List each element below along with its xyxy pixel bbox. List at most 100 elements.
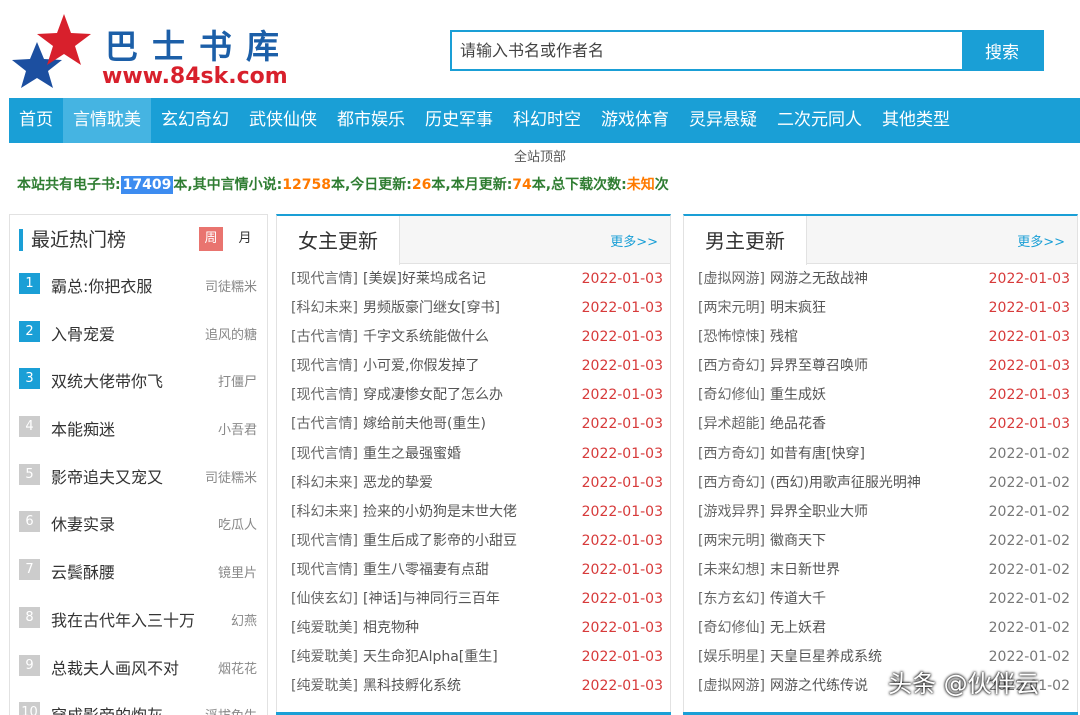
book-title-link[interactable]: 重生后成了影帝的小甜豆	[363, 527, 517, 556]
list-item[interactable]: [未来幻想] 末日新世界 2022-01-02	[684, 556, 1077, 585]
category-label[interactable]: [现代言情]	[291, 440, 358, 469]
book-title-link[interactable]: 重生八零福妻有点甜	[363, 556, 489, 585]
book-title-link[interactable]: 天生命犯Alpha[重生]	[363, 643, 498, 672]
list-item[interactable]: [纯爱耽美] 相克物种 2022-01-03	[277, 614, 670, 643]
book-title-link[interactable]: 入骨宠爱	[51, 321, 115, 345]
list-item[interactable]: [西方奇幻] 如昔有唐[快穿] 2022-01-02	[684, 440, 1077, 469]
list-item[interactable]: [恐怖惊悚] 残棺 2022-01-03	[684, 323, 1077, 352]
category-label[interactable]: [纯爱耽美]	[291, 643, 358, 672]
book-title-link[interactable]: 休妻实录	[51, 511, 115, 535]
nav-history[interactable]: 历史军事	[415, 98, 503, 143]
nav-wuxia[interactable]: 武侠仙侠	[239, 98, 327, 143]
category-label[interactable]: [西方奇幻]	[698, 352, 765, 381]
tab-month[interactable]: 月	[233, 227, 257, 251]
book-title-link[interactable]: 重生之最强蜜婚	[363, 440, 461, 469]
book-title-link[interactable]: 相克物种	[363, 614, 419, 643]
list-item[interactable]: [现代言情] 穿成凄惨女配了怎么办 2022-01-03	[277, 381, 670, 410]
book-title-link[interactable]: 黑科技孵化系统	[363, 672, 461, 701]
book-title-link[interactable]: 男频版豪门继女[穿书]	[363, 294, 500, 323]
nav-fantasy[interactable]: 玄幻奇幻	[151, 98, 239, 143]
category-label[interactable]: [游戏异界]	[698, 498, 765, 527]
book-title-link[interactable]: 异界全职业大师	[770, 498, 868, 527]
book-title-link[interactable]: 末日新世界	[770, 556, 840, 585]
book-title-link[interactable]: 捡来的小奶狗是末世大佬	[363, 498, 517, 527]
book-title-link[interactable]: 网游之无敌战神	[770, 265, 868, 294]
category-label[interactable]: [恐怖惊悚]	[698, 323, 765, 352]
list-item[interactable]: 7 云鬓酥腰 镜里片	[10, 549, 267, 597]
list-item[interactable]: [仙侠玄幻] [神话]与神同行三百年 2022-01-03	[277, 585, 670, 614]
list-item[interactable]: 10 穿成影帝的炮灰 浮拔兔生	[10, 692, 267, 715]
book-title-link[interactable]: 总裁夫人画风不对	[51, 655, 179, 679]
nav-horror[interactable]: 灵异悬疑	[679, 98, 767, 143]
list-item[interactable]: [两宋元明] 明末疯狂 2022-01-03	[684, 294, 1077, 323]
book-title-link[interactable]: 传道大千	[770, 585, 826, 614]
category-label[interactable]: [现代言情]	[291, 527, 358, 556]
category-label[interactable]: [科幻未来]	[291, 469, 358, 498]
book-title-link[interactable]: 嫁给前夫他哥(重生)	[363, 410, 486, 439]
list-item[interactable]: [异术超能] 绝品花香 2022-01-03	[684, 410, 1077, 439]
category-label[interactable]: [纯爱耽美]	[291, 672, 358, 701]
list-item[interactable]: [科幻未来] 捡来的小奶狗是末世大佬 2022-01-03	[277, 498, 670, 527]
book-title-link[interactable]: 无上妖君	[770, 614, 826, 643]
book-title-link[interactable]: 本能痴迷	[51, 416, 115, 440]
site-logo[interactable]: 巴士书库 www.84sk.com	[12, 12, 292, 92]
more-link[interactable]: 更多>>	[610, 231, 658, 250]
category-label[interactable]: [娱乐明星]	[698, 643, 765, 672]
list-item[interactable]: 5 影帝追夫又宠又 司徒糯米	[10, 454, 267, 502]
category-label[interactable]: [虚拟网游]	[698, 672, 765, 701]
book-title-link[interactable]: 穿成凄惨女配了怎么办	[363, 381, 503, 410]
list-item[interactable]: [东方玄幻] 传道大千 2022-01-02	[684, 585, 1077, 614]
tab-week[interactable]: 周	[199, 227, 223, 251]
category-label[interactable]: [两宋元明]	[698, 294, 765, 323]
book-title-link[interactable]: 残棺	[770, 323, 798, 352]
category-label[interactable]: [现代言情]	[291, 265, 358, 294]
more-link[interactable]: 更多>>	[1017, 231, 1065, 250]
nav-games[interactable]: 游戏体育	[591, 98, 679, 143]
book-title-link[interactable]: 我在古代年入三十万	[51, 607, 195, 631]
book-title-link[interactable]: 如昔有唐[快穿]	[770, 440, 865, 469]
nav-other[interactable]: 其他类型	[872, 98, 960, 143]
book-title-link[interactable]: 千字文系统能做什么	[363, 323, 489, 352]
book-title-link[interactable]: 徽商天下	[770, 527, 826, 556]
category-label[interactable]: [虚拟网游]	[698, 265, 765, 294]
nav-urban[interactable]: 都市娱乐	[327, 98, 415, 143]
list-item[interactable]: [现代言情] [美娱]好莱坞成名记 2022-01-03	[277, 265, 670, 294]
list-item[interactable]: [纯爱耽美] 天生命犯Alpha[重生] 2022-01-03	[277, 643, 670, 672]
search-input[interactable]	[452, 32, 962, 69]
list-item[interactable]: [虚拟网游] 网游之无敌战神 2022-01-03	[684, 265, 1077, 294]
category-label[interactable]: [仙侠玄幻]	[291, 585, 358, 614]
list-item[interactable]: [纯爱耽美] 黑科技孵化系统 2022-01-03	[277, 672, 670, 701]
list-item[interactable]: [西方奇幻] 异界至尊召唤师 2022-01-03	[684, 352, 1077, 381]
nav-acg[interactable]: 二次元同人	[767, 98, 872, 143]
category-label[interactable]: [东方玄幻]	[698, 585, 765, 614]
list-item[interactable]: [古代言情] 千字文系统能做什么 2022-01-03	[277, 323, 670, 352]
book-title-link[interactable]: [美娱]好莱坞成名记	[363, 265, 486, 294]
panel-title[interactable]: 男主更新	[684, 216, 807, 265]
category-label[interactable]: [奇幻修仙]	[698, 614, 765, 643]
book-title-link[interactable]: 双统大佬带你飞	[51, 368, 163, 392]
category-label[interactable]: [纯爱耽美]	[291, 614, 358, 643]
list-item[interactable]: [科幻未来] 恶龙的挚爱 2022-01-03	[277, 469, 670, 498]
list-item[interactable]: 8 我在古代年入三十万 幻燕	[10, 597, 267, 645]
category-label[interactable]: [西方奇幻]	[698, 469, 765, 498]
book-title-link[interactable]: 霸总:你把衣服	[51, 273, 152, 297]
book-title-link[interactable]: 网游之代练传说	[770, 672, 868, 701]
book-title-link[interactable]: 恶龙的挚爱	[363, 469, 433, 498]
category-label[interactable]: [两宋元明]	[698, 527, 765, 556]
nav-home[interactable]: 首页	[9, 98, 63, 143]
list-item[interactable]: [两宋元明] 徽商天下 2022-01-02	[684, 527, 1077, 556]
list-item[interactable]: 6 休妻实录 吃瓜人	[10, 501, 267, 549]
category-label[interactable]: [未来幻想]	[698, 556, 765, 585]
book-title-link[interactable]: 明末疯狂	[770, 294, 826, 323]
panel-title[interactable]: 女主更新	[277, 216, 400, 265]
list-item[interactable]: [游戏异界] 异界全职业大师 2022-01-02	[684, 498, 1077, 527]
list-item[interactable]: 1 霸总:你把衣服 司徒糯米	[10, 263, 267, 311]
category-label[interactable]: [科幻未来]	[291, 294, 358, 323]
category-label[interactable]: [奇幻修仙]	[698, 381, 765, 410]
list-item[interactable]: [现代言情] 小可爱,你假发掉了 2022-01-03	[277, 352, 670, 381]
list-item[interactable]: 2 入骨宠爱 追风的糖	[10, 311, 267, 359]
list-item[interactable]: 9 总裁夫人画风不对 烟花花	[10, 645, 267, 693]
book-title-link[interactable]: 异界至尊召唤师	[770, 352, 868, 381]
book-title-link[interactable]: [神话]与神同行三百年	[363, 585, 500, 614]
list-item[interactable]: [奇幻修仙] 无上妖君 2022-01-02	[684, 614, 1077, 643]
